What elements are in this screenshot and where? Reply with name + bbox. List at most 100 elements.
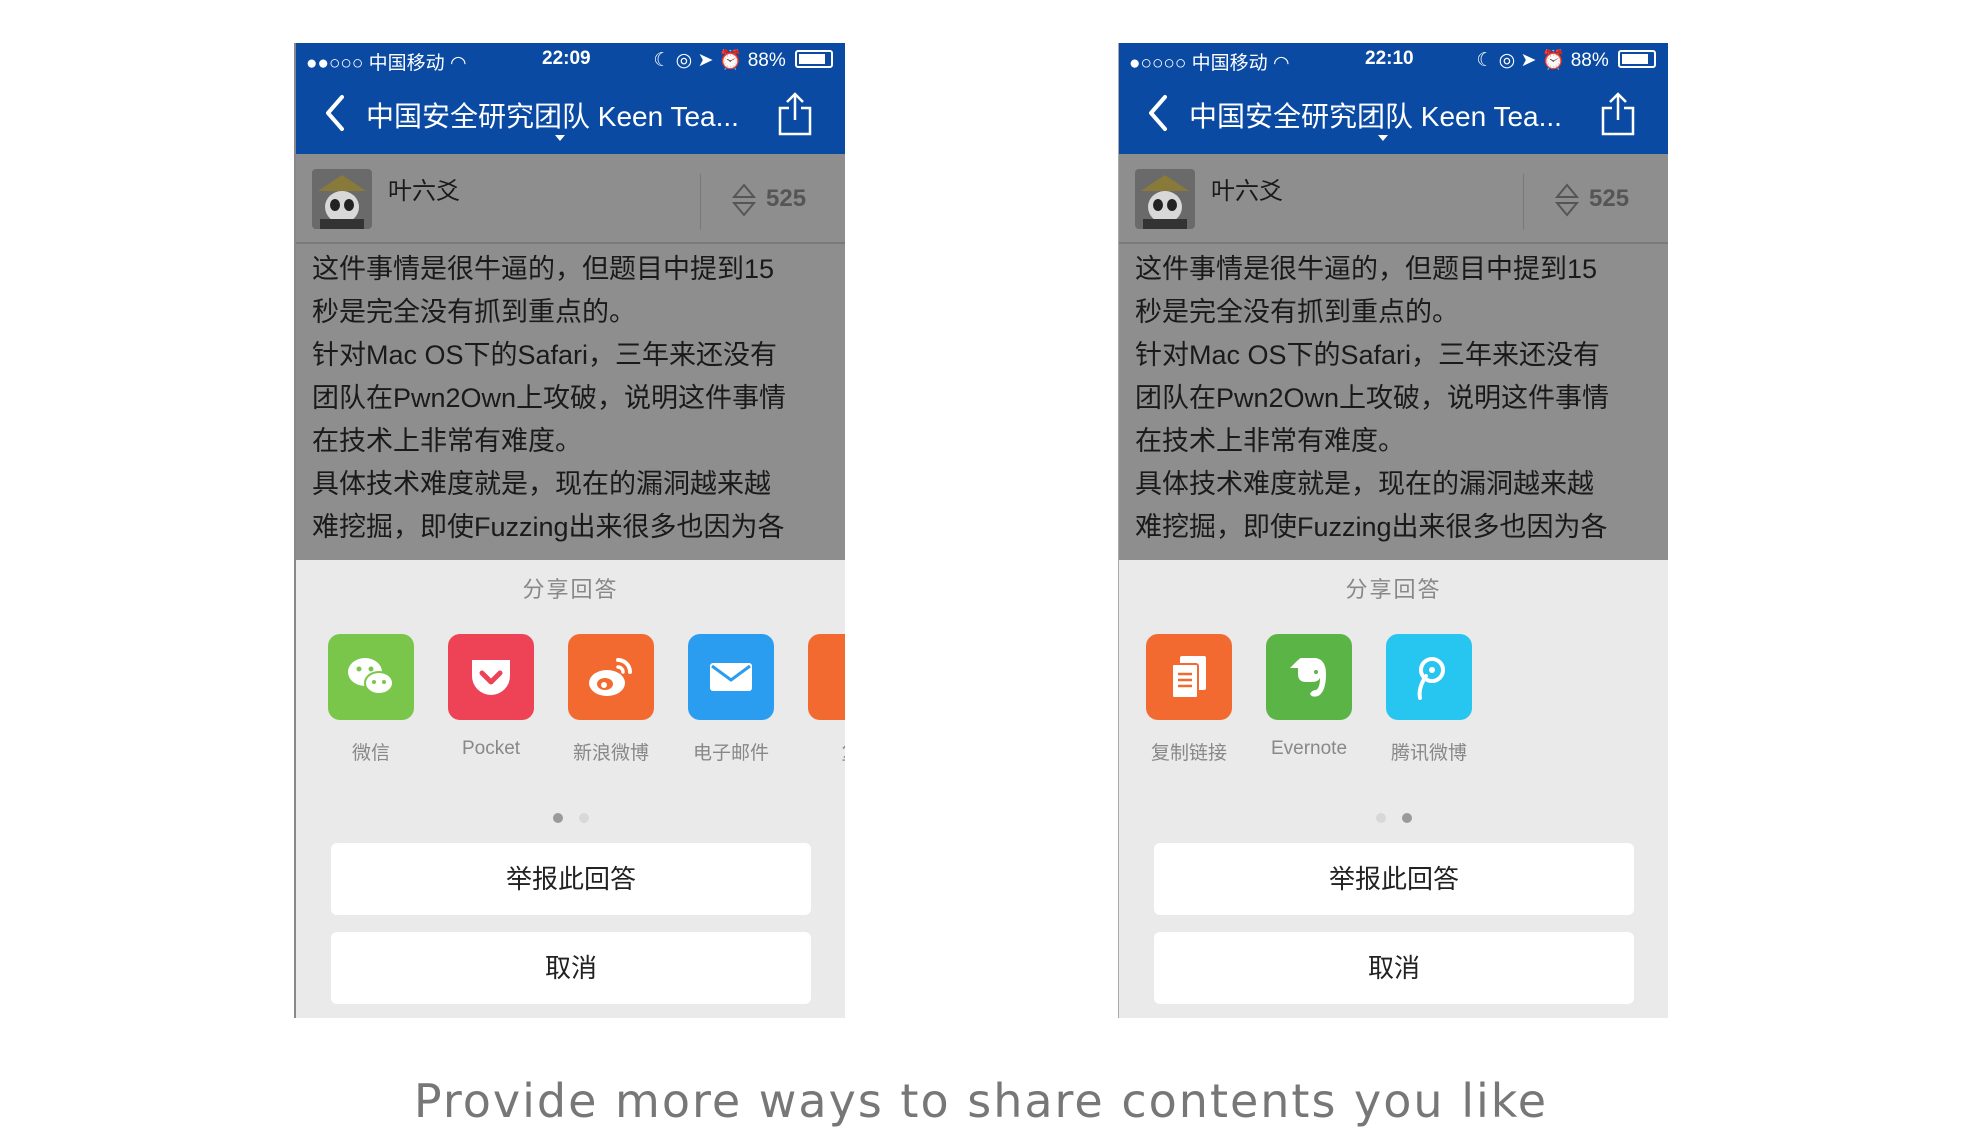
wifi-icon: ◠ xyxy=(1272,53,1290,74)
share-sheet-title: 分享回答 xyxy=(522,577,619,602)
lock-rotation-icon: ◎ xyxy=(675,50,693,71)
vote-arrows-icon[interactable] xyxy=(1555,182,1579,218)
share-item-label: 微信 xyxy=(351,743,390,764)
title-dropdown-caret-icon xyxy=(555,135,565,141)
status-time: 22:10 xyxy=(1365,48,1414,69)
answer-line: 秒是完全没有抓到重点的。 xyxy=(312,297,636,327)
carrier-text: ●●○○○ 中国移动 xyxy=(306,53,450,74)
share-icon[interactable] xyxy=(776,92,814,136)
share-sheet: 分享回答 复制链接 Evernote 腾讯微博 举报此回答 取消 xyxy=(1119,560,1668,1018)
vote-count: 525 xyxy=(766,185,807,212)
answer-line: 难挖掘，即使Fuzzing出来很多也因为各 xyxy=(312,512,785,542)
share-item-label: Pocket xyxy=(461,738,521,759)
answer-line: 在技术上非常有难度。 xyxy=(312,426,582,456)
caption: Provide more ways to share contents you … xyxy=(413,1074,1549,1128)
share-item-mail[interactable]: 电子邮件 xyxy=(671,634,791,764)
back-chevron-icon[interactable] xyxy=(1145,93,1171,133)
pocket-icon xyxy=(448,634,534,720)
battery-icon xyxy=(1618,50,1656,68)
author-name[interactable]: 叶六爻 xyxy=(1211,171,1283,206)
answer-line: 难挖掘，即使Fuzzing出来很多也因为各 xyxy=(1135,512,1608,542)
battery-icon xyxy=(795,50,833,68)
status-carrier: ●○○○○ 中国移动 ◠ xyxy=(1129,48,1290,75)
nav-title[interactable]: 中国安全研究团队 Keen Tea... xyxy=(366,95,739,135)
moon-icon: ☾ xyxy=(653,50,671,71)
share-item-label: 电子邮件 xyxy=(692,743,769,764)
share-item-weibo[interactable]: 新浪微博 xyxy=(551,634,671,764)
answer-line: 秒是完全没有抓到重点的。 xyxy=(1135,297,1459,327)
share-items: 微信 Pocket 新浪微博 电子邮件 xyxy=(296,634,845,764)
answer-content: 叶六爻 525 这件事情是很牛逼的，但题目中提到15 秒是完全没有抓到重点的。 … xyxy=(1119,154,1668,560)
status-bar: ●●○○○ 中国移动 ◠ 22:09 ☾ ◎ ➤ ⏰ 88% xyxy=(296,43,845,75)
weibo-icon xyxy=(568,634,654,720)
author-row: 叶六爻 525 xyxy=(1119,154,1668,244)
share-item-label: 复 xyxy=(791,738,845,764)
page-dot[interactable] xyxy=(1375,813,1386,823)
share-sheet-title: 分享回答 xyxy=(1345,577,1442,602)
share-item-tencent-weibo[interactable]: 腾讯微博 xyxy=(1369,634,1489,764)
vote-count: 525 xyxy=(1589,185,1630,212)
answer-line: 具体技术难度就是，现在的漏洞越来越 xyxy=(312,469,771,499)
status-carrier: ●●○○○ 中国移动 ◠ xyxy=(306,48,467,75)
nav-bar: ●●○○○ 中国移动 ◠ 22:09 ☾ ◎ ➤ ⏰ 88% 中国安全研究团队 … xyxy=(296,43,845,154)
back-chevron-icon[interactable] xyxy=(322,93,348,133)
share-item-label: 新浪微博 xyxy=(572,743,649,764)
status-bar: ●○○○○ 中国移动 ◠ 22:10 ☾ ◎ ➤ ⏰ 88% xyxy=(1119,43,1668,75)
answer-line: 针对Mac OS下的Safari，三年来还没有 xyxy=(1135,340,1601,370)
share-item-copy-link[interactable]: 复制链接 xyxy=(1129,634,1249,764)
answer-line: 这件事情是很牛逼的，但题目中提到15 xyxy=(1135,254,1598,284)
location-icon: ➤ xyxy=(1520,50,1537,71)
page-dot[interactable] xyxy=(1401,813,1412,823)
tencent-weibo-icon xyxy=(1386,634,1472,720)
author-name[interactable]: 叶六爻 xyxy=(388,171,460,206)
avatar[interactable] xyxy=(312,169,372,229)
answer-line: 具体技术难度就是，现在的漏洞越来越 xyxy=(1135,469,1594,499)
wechat-icon xyxy=(328,634,414,720)
copy-link-icon xyxy=(1146,634,1232,720)
cancel-button[interactable]: 取消 xyxy=(1154,932,1634,1004)
nav-bar: ●○○○○ 中国移动 ◠ 22:10 ☾ ◎ ➤ ⏰ 88% 中国安全研究团队 … xyxy=(1119,43,1668,154)
divider xyxy=(1523,174,1524,230)
battery-percent: 88% xyxy=(1570,50,1609,71)
share-item-wechat[interactable]: 微信 xyxy=(311,634,431,764)
alarm-icon: ⏰ xyxy=(718,50,743,71)
answer-line: 这件事情是很牛逼的，但题目中提到15 xyxy=(312,254,775,284)
title-dropdown-caret-icon xyxy=(1378,135,1388,141)
alarm-icon: ⏰ xyxy=(1541,50,1566,71)
answer-text: 这件事情是很牛逼的，但题目中提到15 秒是完全没有抓到重点的。 针对Mac OS… xyxy=(1135,248,1655,549)
lock-rotation-icon: ◎ xyxy=(1498,50,1516,71)
share-item-copy-link[interactable]: 复 xyxy=(791,634,845,764)
status-right: ☾ ◎ ➤ ⏰ 88% xyxy=(1476,48,1656,72)
carrier-text: ●○○○○ 中国移动 xyxy=(1129,53,1273,74)
page-indicator xyxy=(296,810,845,828)
page-indicator xyxy=(1119,810,1668,828)
share-item-label: Evernote xyxy=(1270,738,1348,759)
share-item-evernote[interactable]: Evernote xyxy=(1249,634,1369,760)
page-dot[interactable] xyxy=(552,813,563,823)
battery-percent: 88% xyxy=(747,50,786,71)
author-row: 叶六爻 525 xyxy=(296,154,845,244)
share-icon[interactable] xyxy=(1599,92,1637,136)
avatar[interactable] xyxy=(1135,169,1195,229)
nav-title[interactable]: 中国安全研究团队 Keen Tea... xyxy=(1189,95,1562,135)
mail-icon xyxy=(688,634,774,720)
answer-text: 这件事情是很牛逼的，但题目中提到15 秒是完全没有抓到重点的。 针对Mac OS… xyxy=(312,248,832,549)
share-item-label: 腾讯微博 xyxy=(1390,743,1467,764)
answer-line: 团队在Pwn2Own上攻破，说明这件事情 xyxy=(312,383,787,413)
vote-arrows-icon[interactable] xyxy=(732,182,756,218)
moon-icon: ☾ xyxy=(1476,50,1494,71)
phone-screen-left: ●●○○○ 中国移动 ◠ 22:09 ☾ ◎ ➤ ⏰ 88% 中国安全研究团队 … xyxy=(294,43,845,1018)
answer-line: 在技术上非常有难度。 xyxy=(1135,426,1405,456)
share-item-label: 复制链接 xyxy=(1150,743,1227,764)
status-right: ☾ ◎ ➤ ⏰ 88% xyxy=(653,48,833,72)
share-item-pocket[interactable]: Pocket xyxy=(431,634,551,760)
wifi-icon: ◠ xyxy=(449,53,467,74)
report-answer-button[interactable]: 举报此回答 xyxy=(331,843,811,915)
page-dot[interactable] xyxy=(578,813,589,823)
copy-link-icon xyxy=(808,634,845,720)
answer-content: 叶六爻 525 这件事情是很牛逼的，但题目中提到15 秒是完全没有抓到重点的。 … xyxy=(296,154,845,560)
evernote-icon xyxy=(1266,634,1352,720)
cancel-button[interactable]: 取消 xyxy=(331,932,811,1004)
report-answer-button[interactable]: 举报此回答 xyxy=(1154,843,1634,915)
share-sheet: 分享回答 微信 Pocket 新浪微博 电子邮件 举报此回答 取消 xyxy=(296,560,845,1018)
